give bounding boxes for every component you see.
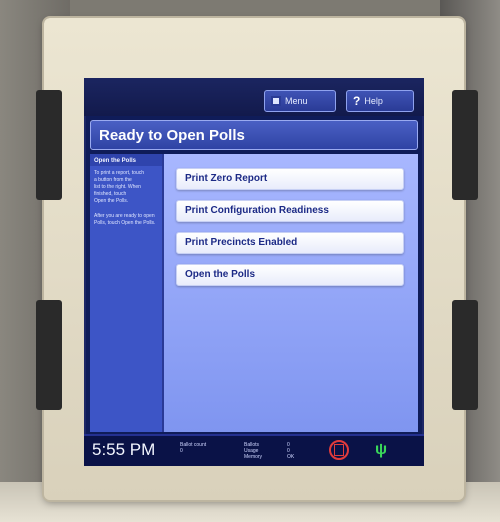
status-values: 0 0 OK	[287, 442, 307, 460]
frame-clip	[452, 90, 478, 200]
status-value: 0	[180, 448, 183, 454]
clock: 5:55 PM	[92, 440, 156, 459]
action-list: Print Zero Report Print Configuration Re…	[176, 168, 404, 296]
status-label: Memory	[244, 454, 263, 460]
status-labels: Ballots Usage Memory	[244, 442, 284, 460]
frame-clip	[36, 300, 62, 410]
ballot-count-status: Ballot count 0	[180, 442, 220, 454]
frame-clip	[452, 300, 478, 410]
sidebar-extra: After you are ready to open Polls, touch…	[94, 213, 156, 226]
touch-screen: Menu ? Help Ready to Open Polls Open the…	[84, 78, 424, 466]
print-configuration-readiness-button[interactable]: Print Configuration Readiness	[176, 200, 404, 222]
print-precincts-enabled-button[interactable]: Print Precincts Enabled	[176, 232, 404, 254]
instruction-sidebar: Open the Polls To print a report, touch …	[90, 154, 164, 432]
main-panel: Open the Polls To print a report, touch …	[90, 154, 418, 432]
sidebar-line: To print a report, touch	[94, 170, 145, 176]
sidebar-heading: Open the Polls	[90, 154, 162, 166]
top-bar: Menu ? Help	[84, 78, 424, 116]
power-plug-icon: ψ	[374, 441, 388, 458]
status-bar: 5:55 PM Ballot count 0 Ballots Usage Mem…	[84, 434, 424, 466]
sidebar-line: a button from the	[94, 177, 132, 183]
sidebar-line: list to the right. When	[94, 184, 141, 190]
menu-button[interactable]: Menu	[264, 90, 336, 112]
menu-icon	[271, 96, 281, 106]
sidebar-line: finished, touch	[94, 191, 127, 197]
open-the-polls-button[interactable]: Open the Polls	[176, 264, 404, 286]
page-title-text: Ready to Open Polls	[99, 126, 245, 144]
help-label: Help	[364, 96, 383, 106]
sidebar-line: Open the Polls.	[94, 198, 129, 204]
print-zero-report-button[interactable]: Print Zero Report	[176, 168, 404, 190]
help-icon: ?	[353, 94, 361, 108]
menu-label: Menu	[285, 96, 308, 106]
sidebar-instructions: To print a report, touch a button from t…	[90, 166, 162, 209]
page-title: Ready to Open Polls	[90, 120, 418, 150]
frame-clip	[36, 90, 62, 200]
help-button[interactable]: ? Help	[346, 90, 414, 112]
alert-icon[interactable]	[329, 440, 349, 460]
status-value: OK	[287, 454, 295, 460]
